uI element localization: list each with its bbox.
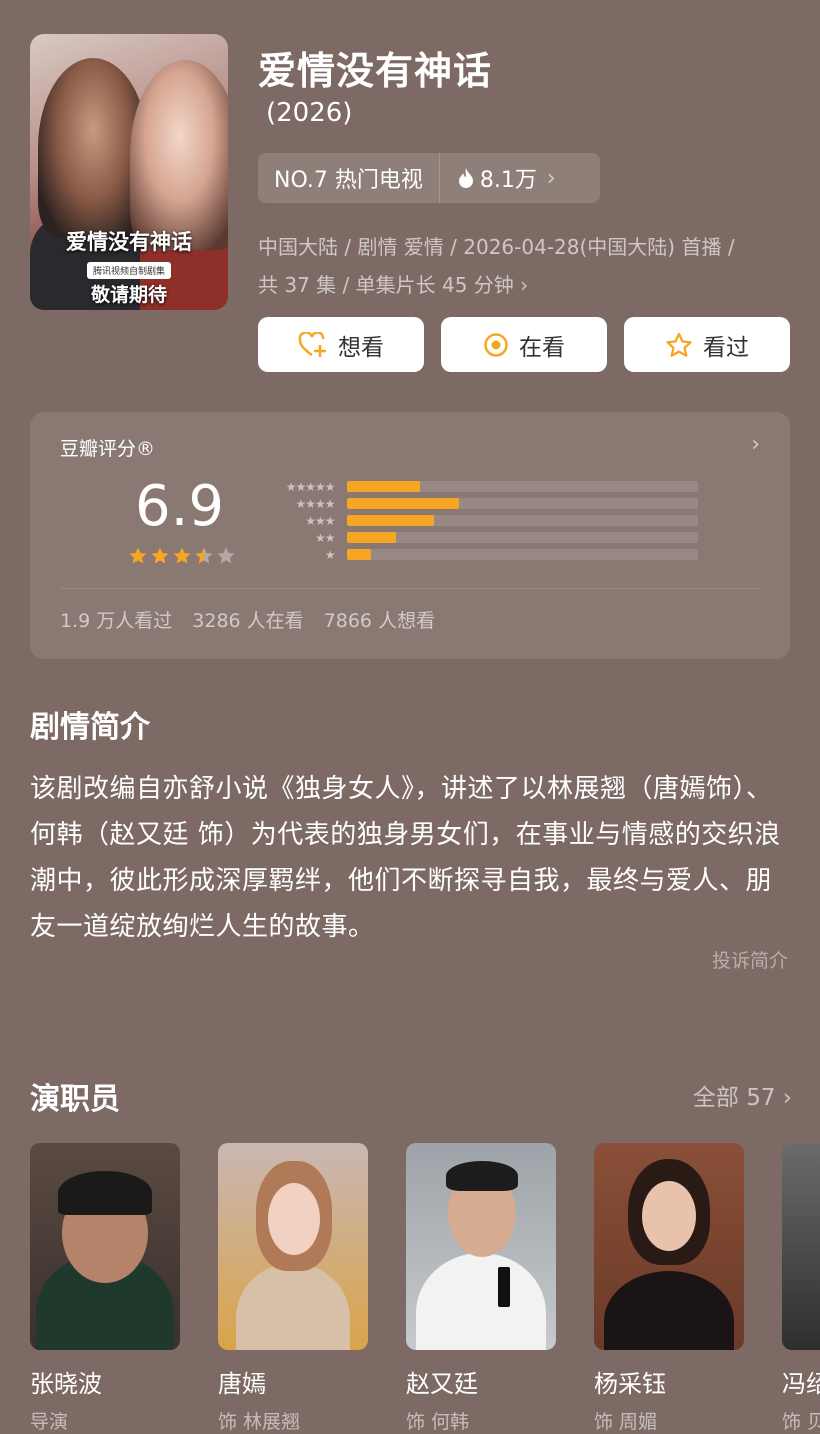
cast-photo — [30, 1143, 180, 1350]
cast-photo — [782, 1143, 820, 1350]
divider — [60, 588, 760, 589]
flame-icon — [458, 168, 473, 188]
distribution-track — [346, 532, 698, 543]
cast-name: 赵又廷 — [406, 1370, 478, 1398]
distribution-row: ★ — [258, 546, 698, 563]
rating-score: 6.9 — [135, 474, 225, 539]
star-icon — [173, 547, 191, 564]
watching-button[interactable]: 在看 — [441, 317, 607, 372]
rating-counts: 1.9 万人看过 3286 人在看 7866 人想看 — [60, 606, 435, 633]
star-icon — [151, 547, 169, 564]
cast-card[interactable]: 杨采钰 饰 周媚 — [594, 1143, 744, 1434]
report-synopsis-link[interactable]: 投诉简介 — [712, 946, 788, 973]
synopsis-title: 剧情简介 — [30, 710, 150, 745]
chevron-right-icon: › — [520, 273, 529, 297]
heat-value: 8.1万 — [479, 168, 537, 193]
rating-label: 豆瓣评分® — [60, 438, 156, 460]
show-year: (2026) — [266, 98, 353, 128]
show-title: 爱情没有神话 — [258, 49, 493, 93]
meta-line: 共 37 集 / 单集片长 45 分钟 › — [258, 273, 529, 297]
distribution-track — [346, 515, 698, 526]
distribution-track — [346, 549, 698, 560]
heat-info: 8.1万 › — [440, 162, 568, 194]
want-button[interactable]: 想看 — [258, 317, 424, 372]
distribution-row: ★★★★★ — [258, 478, 698, 495]
chevron-right-icon: › — [751, 432, 760, 457]
cast-role: 饰 何韩 — [406, 1411, 470, 1433]
distribution-bar — [346, 498, 460, 509]
cast-role: 饰 周媚 — [594, 1411, 658, 1433]
cast-card[interactable]: 张晓波 导演 — [30, 1143, 180, 1434]
rating-distribution: ★★★★★ ★★★★ ★★★ ★★ ★ — [258, 478, 698, 563]
cast-name: 杨采钰 — [594, 1370, 666, 1398]
star-icon — [217, 547, 235, 564]
star-icon — [195, 547, 213, 564]
poster-image[interactable]: 爱情没有神话 腾讯视频自制剧集 敬请期待 — [30, 34, 228, 310]
show-meta[interactable]: 中国大陆 / 剧情 爱情 / 2026-04-28(中国大陆) 首播 / 共 3… — [258, 228, 798, 304]
rating-stars — [128, 546, 236, 566]
distribution-row: ★★ — [258, 529, 698, 546]
distribution-stars: ★★ — [315, 530, 336, 545]
synopsis-text: 该剧改编自亦舒小说《独身女人》，讲述了以林展翘（唐嫣饰）、何韩（赵又廷 饰）为代… — [30, 774, 781, 942]
cast-photo — [594, 1143, 744, 1350]
watched-label: 看过 — [703, 334, 749, 361]
distribution-bar — [346, 532, 396, 543]
poster-badge: 腾讯视频自制剧集 — [86, 262, 172, 279]
distribution-track — [346, 498, 698, 509]
rating-card[interactable]: 豆瓣评分® › 6.9 ★★★★★ ★★★★ ★★★ ★★ ★ 1.9 万人看过 328… — [30, 412, 790, 659]
distribution-stars: ★★★ — [305, 513, 335, 528]
distribution-bar — [346, 481, 421, 492]
cast-photo — [218, 1143, 368, 1350]
cast-card[interactable]: 唐嫣 饰 林展翘 — [218, 1143, 368, 1434]
want-label: 想看 — [338, 334, 384, 361]
watching-count[interactable]: 3286 人在看 — [192, 606, 303, 633]
distribution-stars: ★ — [324, 547, 336, 562]
cast-role: 导演 — [30, 1411, 69, 1433]
poster-figure — [130, 60, 228, 250]
cast-card[interactable]: 赵又廷 饰 何韩 — [406, 1143, 556, 1434]
distribution-stars: ★★★★ — [295, 496, 336, 511]
distribution-track — [346, 481, 698, 492]
cast-card[interactable]: 冯绍 饰 贝 — [782, 1143, 820, 1434]
cast-name: 冯绍 — [782, 1370, 820, 1398]
star-outline-icon — [666, 332, 692, 357]
distribution-row: ★★★★ — [258, 495, 698, 512]
rank-label: NO.7 热门电视 — [274, 168, 423, 193]
watching-label: 在看 — [519, 334, 565, 361]
distribution-row: ★★★ — [258, 512, 698, 529]
heart-plus-icon — [298, 331, 326, 357]
watched-count[interactable]: 1.9 万人看过 — [60, 606, 172, 633]
cast-all-link[interactable]: 全部 57 › — [693, 1078, 792, 1112]
meta-line: 中国大陆 / 剧情 爱情 / 2026-04-28(中国大陆) 首播 / — [258, 235, 735, 259]
cast-photo — [406, 1143, 556, 1350]
cast-name: 唐嫣 — [218, 1370, 266, 1398]
cast-title: 演职员 — [30, 1082, 120, 1117]
watched-button[interactable]: 看过 — [624, 317, 790, 372]
distribution-bar — [346, 515, 435, 526]
cast-name: 张晓波 — [30, 1370, 102, 1398]
chevron-right-icon: › — [546, 165, 556, 191]
distribution-stars: ★★★★★ — [285, 479, 336, 494]
poster-subtitle: 敬请期待 — [90, 284, 167, 306]
star-icon — [129, 547, 147, 564]
cast-role: 饰 贝 — [782, 1411, 820, 1433]
rank-banner[interactable]: NO.7 热门电视 8.1万 › — [258, 153, 600, 203]
distribution-bar — [346, 549, 372, 560]
want-count[interactable]: 7866 人想看 — [324, 606, 435, 633]
chevron-right-icon: › — [782, 1085, 792, 1111]
cast-role: 饰 林展翘 — [218, 1411, 301, 1433]
poster-title: 爱情没有神话 — [66, 230, 192, 254]
watching-icon — [484, 332, 508, 357]
